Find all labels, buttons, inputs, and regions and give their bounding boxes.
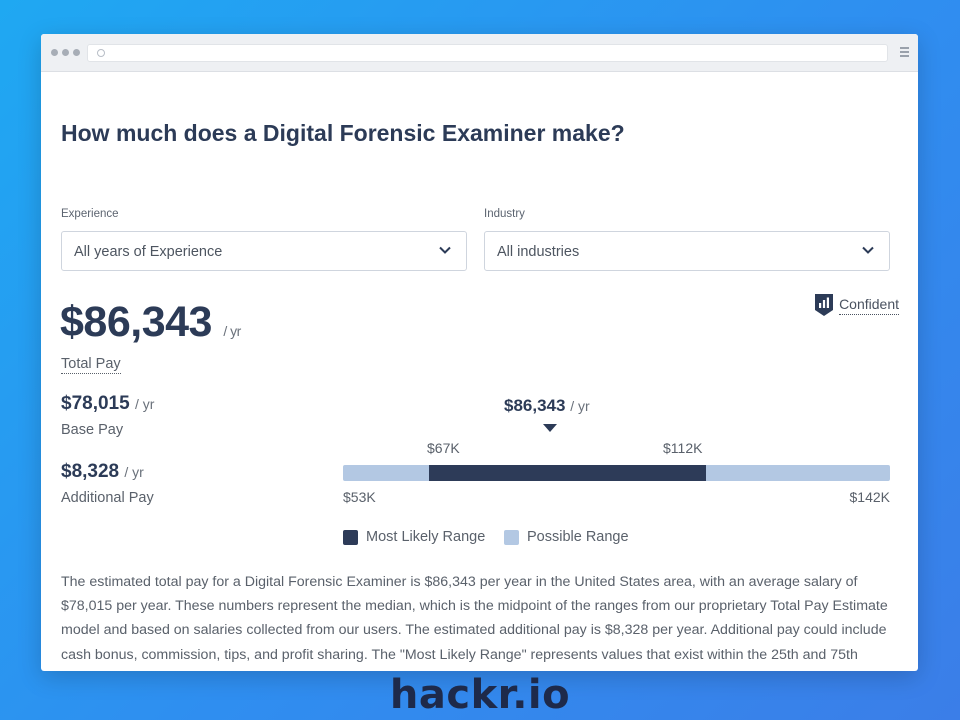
- total-pay-value: $86,343: [60, 298, 212, 346]
- base-pay-amount: $78,015 / yr: [61, 393, 154, 415]
- browser-window: How much does a Digital Forensic Examine…: [41, 34, 918, 671]
- industry-label: Industry: [484, 208, 525, 220]
- legend-possible: Possible Range: [504, 529, 629, 545]
- chevron-down-icon: [439, 246, 451, 254]
- possible-high-label: $142K: [849, 489, 890, 505]
- base-pay-value: $78,015: [61, 393, 130, 414]
- window-controls[interactable]: [51, 49, 80, 56]
- base-pay-label: Base Pay: [61, 422, 124, 438]
- most-likely-legend-label: Most Likely Range: [366, 529, 486, 545]
- page-title: How much does a Digital Forensic Examine…: [61, 120, 625, 146]
- page-content: How much does a Digital Forensic Examine…: [41, 72, 918, 671]
- median-pay-label: $86,343 / yr: [504, 396, 590, 416]
- possible-range-bar: [343, 465, 890, 481]
- most-likely-range-bar: [429, 465, 706, 481]
- legend-most-likely: Most Likely Range: [343, 529, 485, 545]
- brand-logo: hackr.io: [389, 672, 571, 718]
- median-pay-value: $86,343: [504, 396, 566, 415]
- window-dot[interactable]: [73, 49, 80, 56]
- confidence-indicator[interactable]: Confident: [814, 293, 899, 317]
- total-pay-label[interactable]: Total Pay: [61, 356, 121, 374]
- menu-icon[interactable]: [900, 47, 909, 59]
- chevron-down-icon: [862, 246, 874, 254]
- possible-legend-label: Possible Range: [527, 529, 629, 545]
- total-pay-amount: $86,343 / yr: [60, 298, 241, 347]
- additional-pay-amount: $8,328 / yr: [61, 461, 144, 483]
- industry-value: All industries: [497, 244, 580, 260]
- bar-chart-shield-icon: [815, 294, 834, 316]
- confidence-label: Confident: [839, 296, 899, 315]
- additional-pay-label: Additional Pay: [61, 490, 154, 506]
- pay-description: The estimated total pay for a Digital Fo…: [61, 574, 888, 671]
- browser-toolbar: [41, 34, 918, 72]
- likely-high-label: $112K: [663, 440, 703, 456]
- possible-low-label: $53K: [343, 489, 376, 505]
- additional-pay-value: $8,328: [61, 461, 120, 482]
- window-dot[interactable]: [62, 49, 69, 56]
- experience-label: Experience: [61, 208, 119, 220]
- most-likely-swatch: [343, 529, 358, 545]
- window-dot[interactable]: [51, 49, 58, 56]
- address-bar[interactable]: [87, 44, 888, 62]
- base-pay-period: / yr: [134, 396, 155, 412]
- median-marker-icon: [543, 424, 557, 432]
- total-pay-period: / yr: [223, 323, 241, 339]
- median-pay-period: / yr: [570, 398, 590, 414]
- experience-value: All years of Experience: [74, 244, 223, 260]
- additional-pay-period: / yr: [124, 464, 144, 480]
- experience-select[interactable]: All years of Experience: [61, 231, 467, 271]
- possible-swatch: [504, 529, 519, 545]
- industry-select[interactable]: All industries: [484, 231, 890, 271]
- likely-low-label: $67K: [427, 440, 460, 456]
- loading-icon: [97, 49, 105, 57]
